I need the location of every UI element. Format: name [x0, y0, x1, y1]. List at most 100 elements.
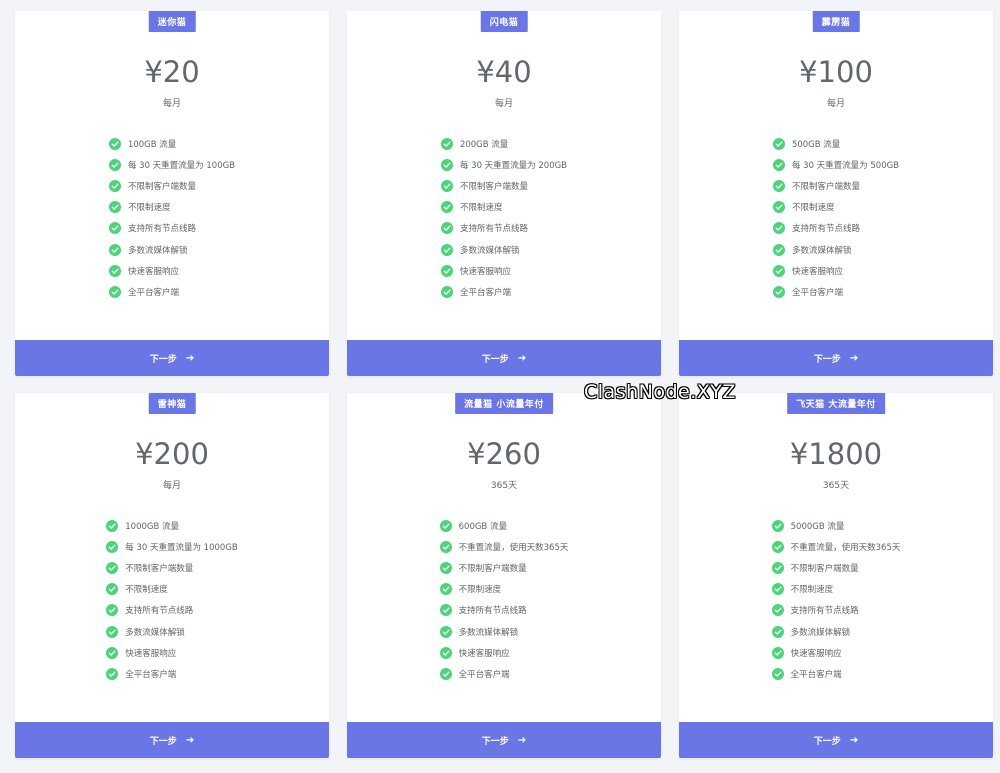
- plan-grid: 迷你猫 ¥20 每月 100GB 流量每 30 天重置流量为 100GB 不限制客…: [15, 11, 993, 758]
- feature-item: 全平台客户端: [440, 281, 511, 302]
- plan-price: ¥1800: [789, 437, 883, 471]
- feature-item: 每 30 天重置流量为 1000GB: [106, 536, 238, 557]
- plan-card: 飞天猫 大流量年付 ¥1800 365天 5000GB 流量 不重置流量，使用天数…: [679, 393, 993, 758]
- watermark: ClashNode.XYZ: [584, 381, 736, 403]
- feature-item: 100GB 流量: [108, 133, 176, 154]
- feature-text: 不限制速度: [791, 203, 835, 214]
- feature-text: 支持所有节点线路: [790, 606, 859, 617]
- check-circle-icon: [440, 243, 453, 256]
- check-circle-icon: [440, 158, 453, 171]
- arrow-right-icon: ➔: [517, 352, 527, 364]
- feature-item: 多数流媒体解锁: [440, 239, 519, 260]
- feature-text: 支持所有节点线路: [791, 224, 860, 235]
- check-circle-icon: [106, 561, 119, 574]
- check-circle-icon: [108, 264, 121, 277]
- next-step-label: 下一步: [813, 736, 841, 747]
- feature-text: 支持所有节点线路: [127, 224, 196, 235]
- feature-text: 多数流媒体解锁: [791, 245, 852, 256]
- feature-item: 全平台客户端: [771, 663, 842, 684]
- feature-item: 不限制速度: [772, 197, 835, 218]
- feature-item: 快速客服响应: [106, 642, 176, 663]
- feature-text: 快速客服响应: [791, 266, 843, 277]
- check-circle-icon: [772, 243, 785, 256]
- check-circle-icon: [772, 264, 785, 277]
- next-step-button[interactable]: 下一步 ➔: [347, 722, 661, 758]
- feature-text: 200GB 流量: [459, 139, 509, 150]
- feature-list: 1000GB 流量每 30 天重置流量为 1000GB 不限制客户端数量 不限制速度…: [15, 515, 329, 685]
- next-step-button[interactable]: 下一步 ➔: [15, 722, 329, 758]
- feature-text: 不限制客户端数量: [127, 181, 196, 192]
- check-circle-icon: [440, 285, 453, 298]
- next-step-label: 下一步: [481, 354, 509, 365]
- feature-text: 每 30 天重置流量为 1000GB: [125, 542, 238, 553]
- feature-text: 不限制客户端数量: [125, 563, 194, 574]
- check-circle-icon: [439, 519, 452, 532]
- feature-item: 每 30 天重置流量为 200GB: [440, 154, 567, 175]
- feature-text: 多数流媒体解锁: [790, 627, 851, 638]
- feature-item: 不限制客户端数量: [772, 175, 860, 196]
- plan-price: ¥20: [144, 55, 200, 89]
- check-circle-icon: [440, 201, 453, 214]
- feature-item: 支持所有节点线路: [771, 600, 859, 621]
- plan-badge: 流量猫 小流量年付: [455, 393, 553, 414]
- feature-text: 不重置流量，使用天数365天: [458, 542, 569, 553]
- feature-item: 每 30 天重置流量为 100GB: [108, 154, 236, 175]
- feature-text: 快速客服响应: [127, 266, 179, 277]
- check-circle-icon: [439, 561, 452, 574]
- feature-item: 多数流媒体解锁: [772, 239, 852, 260]
- check-circle-icon: [106, 519, 119, 532]
- plan-badge: 雷神猫: [148, 393, 196, 414]
- feature-item: 全平台客户端: [106, 663, 176, 684]
- next-step-label: 下一步: [481, 736, 509, 747]
- plan-period: 每月: [826, 99, 845, 109]
- feature-item: 不重置流量，使用天数365天: [439, 536, 569, 557]
- check-circle-icon: [440, 137, 453, 150]
- check-circle-icon: [439, 583, 452, 596]
- check-circle-icon: [106, 646, 119, 659]
- check-circle-icon: [439, 540, 452, 553]
- feature-item: 支持所有节点线路: [439, 600, 527, 621]
- check-circle-icon: [771, 646, 784, 659]
- arrow-right-icon: ➔: [185, 352, 195, 364]
- check-circle-icon: [106, 625, 119, 638]
- check-circle-icon: [108, 137, 121, 150]
- check-circle-icon: [108, 243, 121, 256]
- feature-text: 不重置流量，使用天数365天: [790, 542, 901, 553]
- feature-item: 1000GB 流量: [106, 515, 179, 536]
- feature-item: 不限制速度: [108, 197, 170, 218]
- feature-item: 不限制速度: [106, 579, 168, 600]
- check-circle-icon: [439, 667, 452, 680]
- feature-text: 支持所有节点线路: [458, 606, 527, 617]
- feature-item: 多数流媒体解锁: [771, 621, 851, 642]
- feature-item: 全平台客户端: [772, 281, 843, 302]
- feature-text: 快速客服响应: [125, 648, 177, 659]
- plan-period: 每月: [494, 99, 513, 109]
- feature-text: 600GB 流量: [458, 521, 507, 532]
- check-circle-icon: [772, 158, 785, 171]
- feature-item: 多数流媒体解锁: [108, 239, 187, 260]
- feature-item: 不限制客户端数量: [108, 175, 196, 196]
- feature-text: 全平台客户端: [458, 669, 510, 680]
- check-circle-icon: [772, 137, 785, 150]
- next-step-button[interactable]: 下一步 ➔: [347, 340, 661, 376]
- next-step-button[interactable]: 下一步 ➔: [679, 722, 993, 758]
- feature-text: 不限制客户端数量: [459, 181, 528, 192]
- plan-card: 闪电猫 ¥40 每月 200GB 流量每 30 天重置流量为 200GB 不限制客…: [347, 11, 661, 376]
- feature-item: 5000GB 流量: [771, 515, 845, 536]
- feature-item: 快速客服响应: [108, 260, 179, 281]
- check-circle-icon: [440, 264, 453, 277]
- feature-list: 5000GB 流量 不重置流量，使用天数365天 不限制客户端数量 不限制速度 支持所有…: [679, 515, 993, 685]
- next-step-button[interactable]: 下一步 ➔: [15, 340, 329, 376]
- check-circle-icon: [771, 519, 784, 532]
- feature-text: 全平台客户端: [791, 287, 843, 298]
- feature-item: 快速客服响应: [440, 260, 511, 281]
- check-circle-icon: [439, 604, 452, 617]
- plan-badge: 飞天猫 大流量年付: [787, 393, 885, 414]
- feature-text: 每 30 天重置流量为 100GB: [127, 160, 236, 171]
- check-circle-icon: [106, 583, 119, 596]
- feature-item: 不限制客户端数量: [771, 557, 859, 578]
- next-step-button[interactable]: 下一步 ➔: [679, 340, 993, 376]
- check-circle-icon: [771, 667, 784, 680]
- feature-text: 不限制速度: [125, 585, 168, 596]
- feature-text: 5000GB 流量: [790, 521, 845, 532]
